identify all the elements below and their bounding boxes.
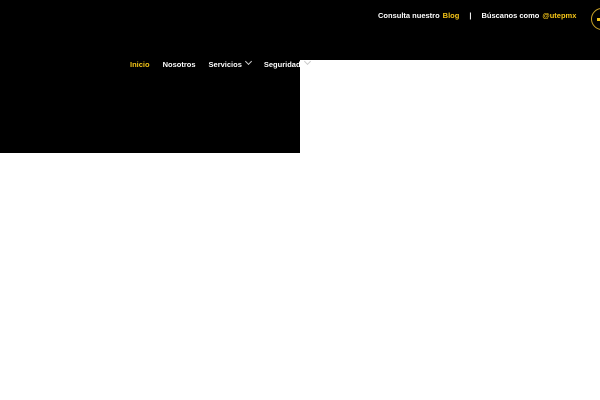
- blog-prefix-text: Consulta nuestro: [378, 10, 440, 20]
- top-separator: |: [469, 10, 472, 20]
- blog-link[interactable]: Blog: [443, 11, 460, 20]
- chevron-down-icon: [303, 57, 311, 66]
- page: Consulta nuestro Blog | Búscanos como @u…: [0, 0, 600, 400]
- nav-item-seguridad[interactable]: Seguridad: [263, 57, 311, 69]
- nav-item-label: Servicios: [208, 59, 242, 69]
- nav-item-label: Seguridad: [263, 59, 301, 69]
- main-nav: Inicio Nosotros Servicios Seguridad: [130, 57, 323, 70]
- social-prefix-text: Búscanos como: [481, 10, 540, 20]
- nav-item-label: Nosotros: [162, 59, 196, 69]
- nav-item-nosotros[interactable]: Nosotros: [163, 60, 196, 69]
- hero-banner: [0, 60, 300, 153]
- nav-item-servicios[interactable]: Servicios: [208, 57, 252, 69]
- top-info-line: Consulta nuestro Blog | Búscanos como @u…: [378, 9, 576, 21]
- social-handle-link[interactable]: @utepmx: [542, 11, 576, 20]
- nav-item-inicio[interactable]: Inicio: [130, 60, 150, 69]
- chevron-down-icon: [244, 57, 252, 66]
- nav-item-label: Inicio: [130, 59, 150, 69]
